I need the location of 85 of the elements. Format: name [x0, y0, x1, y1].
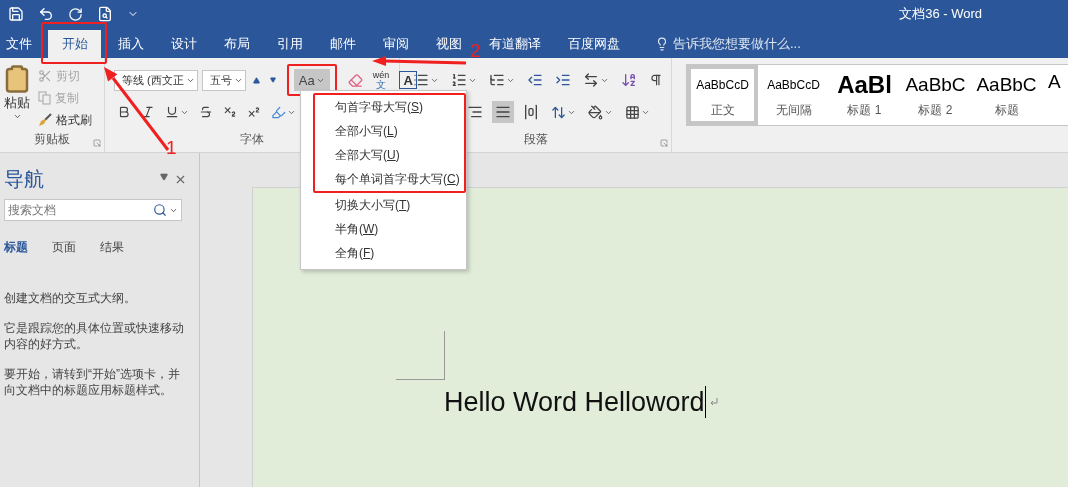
ribbon-tab[interactable]: 引用 — [271, 30, 309, 58]
phonetic-guide-button[interactable]: wén 文 — [369, 69, 393, 91]
menu-item[interactable]: 句首字母大写(S) — [315, 95, 464, 119]
arrows-icon — [583, 72, 599, 88]
paint-bucket-icon — [588, 104, 603, 120]
pane-title: 导航 — [4, 166, 44, 192]
clipboard-command[interactable]: 格式刷 — [36, 109, 94, 131]
ribbon-tab[interactable]: 布局 — [218, 30, 256, 58]
eraser-icon — [347, 72, 363, 88]
menu-item[interactable]: 全角(F) — [301, 241, 466, 265]
pane-text: 要开始，请转到“开始”选项卡，并向文档中的标题应用标题样式。 — [4, 366, 181, 398]
style-item[interactable]: AaBbC 标题 2 — [900, 65, 971, 125]
search-field[interactable]: 搜索文档 — [4, 199, 182, 221]
group-label: 段落 — [523, 131, 548, 148]
bold-icon — [117, 105, 131, 119]
line-spacing-icon — [551, 104, 566, 120]
group-label: 字体 — [240, 131, 264, 148]
indent-icon — [555, 72, 571, 88]
menu-item[interactable]: 半角(W) — [301, 217, 466, 241]
subscript-icon — [223, 105, 237, 119]
tell-me-field[interactable]: 告诉我您想要做什么... — [655, 30, 801, 58]
distribute-icon — [523, 104, 539, 120]
menu-item[interactable]: 全部大写(U) — [315, 143, 464, 167]
triangle-icon — [252, 76, 260, 84]
caret-icon[interactable] — [160, 172, 168, 181]
paragraph-mark-icon — [709, 398, 718, 406]
paste-button[interactable]: 粘贴 — [0, 62, 34, 123]
document-text: Hello Word Helloword — [444, 386, 705, 418]
caret-icon — [12, 112, 22, 121]
change-case-button[interactable]: Aa — [293, 69, 330, 91]
print-preview-icon[interactable] — [97, 6, 113, 22]
superscript-icon — [247, 105, 261, 119]
search-icon[interactable] — [153, 203, 167, 217]
margin-corner-mark — [396, 331, 445, 380]
menu-item[interactable]: 全部小写(L) — [315, 119, 464, 143]
italic-icon — [141, 105, 155, 119]
window-title: 文档36 - Word — [899, 5, 982, 23]
text-cursor — [704, 386, 706, 418]
ribbon-tab[interactable]: 插入 — [112, 30, 150, 58]
pilcrow-icon — [649, 73, 663, 87]
style-item[interactable]: A — [1042, 65, 1068, 125]
ribbon-tab[interactable]: 邮件 — [324, 30, 362, 58]
bullet-list-icon — [413, 72, 429, 88]
grid-icon — [625, 104, 640, 120]
align-right-icon — [467, 104, 483, 120]
menu-item[interactable]: 每个单词首字母大写(C) — [315, 167, 464, 191]
tree-list-icon — [489, 72, 505, 88]
sort-icon — [621, 72, 637, 88]
style-item[interactable]: AaBl 标题 1 — [829, 65, 900, 125]
annotation-number: 1 — [166, 138, 177, 158]
strikethrough-icon — [199, 105, 213, 119]
pane-tab[interactable]: 页面 — [52, 235, 88, 260]
ribbon-tab[interactable]: 开始 — [48, 30, 101, 58]
pane-tab[interactable]: 结果 — [100, 235, 136, 260]
triangle-icon — [269, 77, 276, 83]
style-item[interactable]: AaBbCcD 无间隔 — [758, 65, 829, 125]
undo-icon[interactable] — [38, 6, 54, 22]
ribbon-tab[interactable]: 文件 — [0, 30, 38, 58]
align-button[interactable] — [492, 101, 514, 123]
style-item[interactable]: AaBbCcD 正文 — [687, 65, 758, 125]
pane-text: 它是跟踪您的具体位置或快速移动内容的好方式。 — [4, 320, 185, 352]
highlighter-icon — [271, 104, 286, 120]
group-label: 剪贴板 — [34, 131, 70, 148]
scissors-icon — [38, 69, 52, 83]
underline-icon — [165, 105, 179, 119]
lightbulb-icon — [655, 37, 669, 51]
outdent-icon — [527, 72, 543, 88]
copy-icon — [38, 91, 51, 105]
menu-item[interactable]: 切换大小写(T) — [301, 193, 466, 217]
justify-icon — [495, 104, 511, 120]
redo-icon[interactable] — [68, 6, 83, 22]
ribbon-tab[interactable]: 视图 — [430, 30, 468, 58]
paintbrush-icon — [38, 113, 52, 127]
ribbon-tab[interactable]: 设计 — [165, 30, 203, 58]
font-size-field[interactable]: 五号 — [201, 69, 246, 91]
numbered-list-icon — [451, 72, 467, 88]
annotation-number: 2 — [470, 41, 481, 61]
pane-tab[interactable]: 标题 — [4, 235, 40, 260]
style-item[interactable]: AaBbC 标题 — [971, 65, 1042, 125]
pane-text: 创建文档的交互式大纲。 — [4, 290, 137, 306]
ribbon-tab[interactable]: 审阅 — [377, 30, 415, 58]
ribbon-tab[interactable]: 百度网盘 — [562, 30, 626, 58]
save-icon[interactable] — [8, 6, 24, 22]
ribbon-tab[interactable]: 有道翻译 — [483, 30, 547, 58]
font-name-field[interactable]: 等线 (西文正 — [114, 69, 198, 91]
